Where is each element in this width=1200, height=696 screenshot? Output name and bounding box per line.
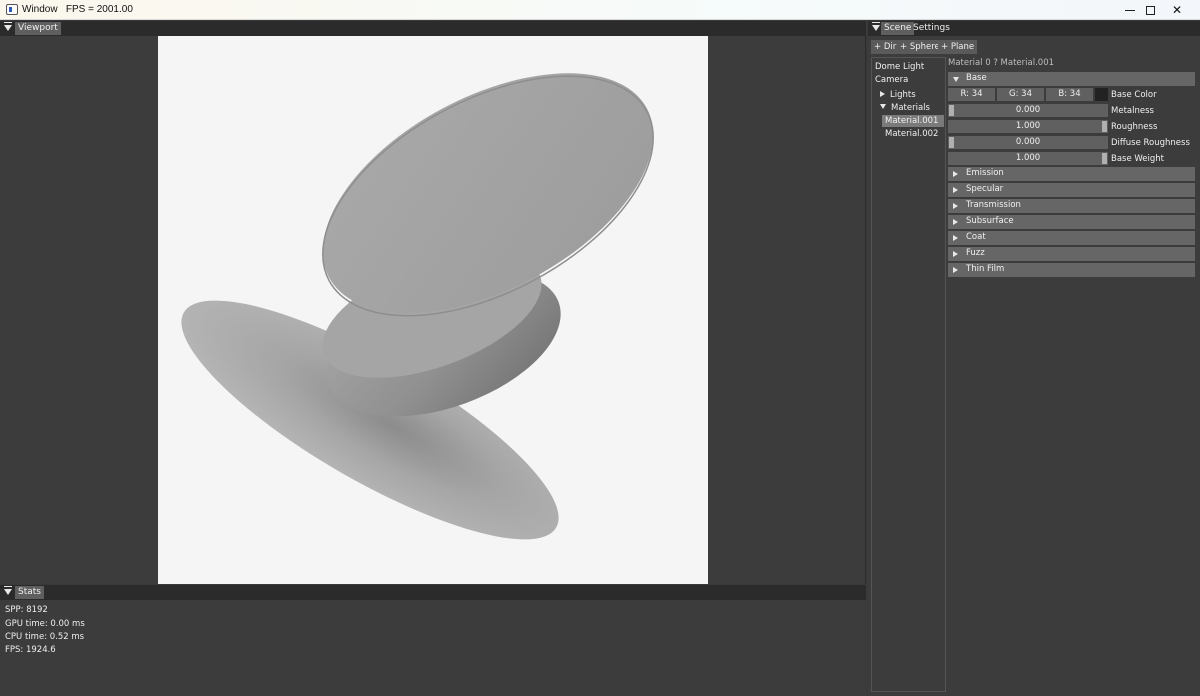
- tree-item-material-002[interactable]: Material.002: [885, 129, 938, 139]
- diffuse-roughness-label: Diffuse Roughness: [1111, 138, 1190, 148]
- stat-gpu-time: GPU time: 0.00 ms: [5, 619, 85, 629]
- expand-arrow-icon: [953, 187, 958, 193]
- stats-header: Stats: [0, 585, 866, 600]
- collapse-arrow-icon[interactable]: [4, 22, 12, 31]
- material-title: Material 0 ? Material.001: [948, 58, 1055, 68]
- stat-cpu-time: CPU time: 0.52 ms: [5, 632, 85, 642]
- app-icon: [6, 4, 18, 15]
- tab-stats[interactable]: Stats: [15, 586, 44, 599]
- scene-header: Scene Settings: [868, 21, 1200, 36]
- stat-spp: SPP: 8192: [5, 605, 48, 615]
- expand-arrow-icon: [953, 171, 958, 177]
- tab-settings[interactable]: Settings: [910, 22, 953, 35]
- add-plane-button[interactable]: + Plane: [938, 40, 978, 54]
- tab-viewport[interactable]: Viewport: [15, 22, 61, 35]
- roughness-label: Roughness: [1111, 122, 1158, 132]
- expand-arrow-icon: [953, 267, 958, 273]
- expand-arrow-icon: [953, 235, 958, 241]
- collapse-arrow-icon[interactable]: [872, 22, 880, 31]
- stat-fps: FPS: 1924.6: [5, 645, 56, 655]
- tree-item-materials[interactable]: Materials: [880, 103, 930, 113]
- base-color-label: Base Color: [1111, 90, 1157, 100]
- title-bar: Window FPS = 2001.00 ✕: [0, 0, 1200, 20]
- section-transmission[interactable]: Transmission: [948, 199, 1195, 213]
- render-canvas: [181, 73, 654, 540]
- section-base[interactable]: Base: [948, 72, 1195, 86]
- section-specular[interactable]: Specular: [948, 183, 1195, 197]
- base-weight-slider[interactable]: 1.000: [948, 152, 1108, 165]
- window-title: Window FPS = 2001.00: [22, 4, 133, 15]
- roughness-slider[interactable]: 1.000: [948, 120, 1108, 133]
- render-image[interactable]: [158, 36, 708, 584]
- base-color-g-field[interactable]: G: 34: [997, 88, 1044, 101]
- collapse-arrow-icon: [880, 104, 886, 109]
- collapse-arrow-icon[interactable]: [4, 586, 12, 595]
- base-weight-label: Base Weight: [1111, 154, 1165, 164]
- add-dir-light-button[interactable]: + Dir: [871, 40, 900, 54]
- base-color-swatch[interactable]: [1095, 88, 1108, 101]
- metalness-slider[interactable]: 0.000: [948, 104, 1108, 117]
- section-emission[interactable]: Emission: [948, 167, 1195, 181]
- section-thin-film[interactable]: Thin Film: [948, 263, 1195, 277]
- base-color-b-field[interactable]: B: 34: [1046, 88, 1093, 101]
- close-icon: ✕: [1171, 3, 1183, 17]
- collapse-arrow-icon: [953, 77, 959, 82]
- scene-tree: Dome Light Camera Lights Materials Mater…: [871, 57, 946, 692]
- metalness-label: Metalness: [1111, 106, 1154, 116]
- stats-panel: Stats SPP: 8192 GPU time: 0.00 ms CPU ti…: [0, 585, 866, 696]
- base-color-r-field[interactable]: R: 34: [948, 88, 995, 101]
- expand-arrow-icon: [953, 251, 958, 257]
- diffuse-roughness-slider[interactable]: 0.000: [948, 136, 1108, 149]
- add-sphere-button[interactable]: + Sphere: [897, 40, 943, 54]
- expand-arrow-icon: [953, 203, 958, 209]
- expand-arrow-icon: [880, 91, 885, 97]
- tree-item-material-001[interactable]: Material.001: [885, 116, 938, 126]
- tree-item-camera[interactable]: Camera: [875, 75, 908, 85]
- close-button[interactable]: ✕: [1154, 0, 1200, 20]
- tree-item-dome-light[interactable]: Dome Light: [875, 62, 924, 72]
- section-subsurface[interactable]: Subsurface: [948, 215, 1195, 229]
- tree-item-lights[interactable]: Lights: [880, 90, 916, 100]
- expand-arrow-icon: [953, 219, 958, 225]
- section-coat[interactable]: Coat: [948, 231, 1195, 245]
- viewport-panel: Viewport: [0, 21, 866, 584]
- scene-panel: Scene Settings + Dir + Sphere + Plane Do…: [868, 21, 1200, 696]
- section-fuzz[interactable]: Fuzz: [948, 247, 1195, 261]
- viewport-header: Viewport: [0, 21, 865, 36]
